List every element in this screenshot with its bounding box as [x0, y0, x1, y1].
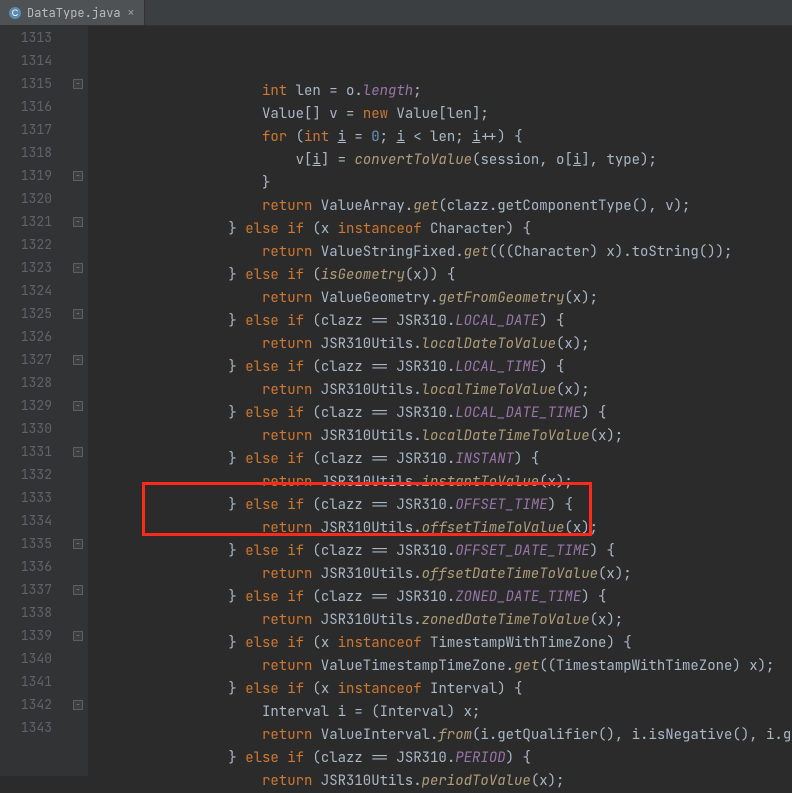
code-line[interactable]: return JSR310Utils.instantToValue(x); — [94, 471, 792, 494]
line-number: 1321 — [0, 210, 52, 233]
line-number: 1323 — [0, 256, 52, 279]
line-number: 1333 — [0, 486, 52, 509]
line-number: 1336 — [0, 555, 52, 578]
code-content[interactable]: int len = o.length; Value[] v = new Valu… — [88, 26, 792, 776]
line-number: 1335 — [0, 532, 52, 555]
fold-toggle-icon[interactable]: − — [73, 700, 83, 710]
line-number: 1317 — [0, 118, 52, 141]
line-number: 1315 — [0, 72, 52, 95]
code-line[interactable]: } else if (clazz == JSR310.ZONED_DATE_TI… — [94, 586, 792, 609]
fold-toggle-icon[interactable]: − — [73, 631, 83, 641]
java-class-icon: C — [8, 6, 22, 20]
code-line[interactable]: int len = o.length; — [94, 80, 792, 103]
fold-toggle-icon[interactable]: − — [73, 355, 83, 365]
fold-toggle-icon[interactable]: − — [73, 539, 83, 549]
code-line[interactable]: return JSR310Utils.zonedDateTimeToValue(… — [94, 609, 792, 632]
line-number: 1329 — [0, 394, 52, 417]
line-number: 1327 — [0, 348, 52, 371]
line-number: 1324 — [0, 279, 52, 302]
fold-toggle-icon[interactable]: − — [73, 217, 83, 227]
code-line[interactable]: for (int i = 0; i < len; i++) { — [94, 126, 792, 149]
svg-text:C: C — [12, 8, 19, 18]
code-line[interactable]: Interval i = (Interval) x; — [94, 701, 792, 724]
code-line[interactable]: } else if (x instanceof Interval) { — [94, 678, 792, 701]
fold-toggle-icon[interactable]: − — [73, 79, 83, 89]
code-line[interactable]: } else if (x instanceof Character) { — [94, 218, 792, 241]
code-line[interactable]: } else if (clazz == JSR310.LOCAL_DATE) { — [94, 310, 792, 333]
line-number: 1339 — [0, 624, 52, 647]
line-number: 1340 — [0, 647, 52, 670]
code-line[interactable]: v[i] = convertToValue(session, o[i], typ… — [94, 149, 792, 172]
line-number: 1341 — [0, 670, 52, 693]
code-line[interactable]: return ValueTimestampTimeZone.get((Times… — [94, 655, 792, 678]
code-line[interactable]: } else if (clazz == JSR310.OFFSET_DATE_T… — [94, 540, 792, 563]
code-line[interactable]: return JSR310Utils.offsetTimeToValue(x); — [94, 517, 792, 540]
code-line[interactable]: return ValueInterval.from(i.getQualifier… — [94, 724, 792, 747]
code-line[interactable]: } — [94, 172, 792, 195]
line-number: 1326 — [0, 325, 52, 348]
fold-column: − − − − − − − − − − − − — [70, 26, 88, 776]
code-line[interactable]: return JSR310Utils.periodToValue(x); — [94, 770, 792, 793]
line-number: 1322 — [0, 233, 52, 256]
line-number: 1318 — [0, 141, 52, 164]
code-line[interactable]: } else if (clazz == JSR310.OFFSET_TIME) … — [94, 494, 792, 517]
fold-toggle-icon[interactable]: − — [73, 171, 83, 181]
line-number: 1330 — [0, 417, 52, 440]
code-line[interactable]: return ValueGeometry.getFromGeometry(x); — [94, 287, 792, 310]
fold-toggle-icon[interactable]: − — [73, 309, 83, 319]
fold-toggle-icon[interactable]: − — [73, 401, 83, 411]
tab-filename: DataType.java — [27, 5, 121, 21]
line-number: 1319 — [0, 164, 52, 187]
editor-area[interactable]: 1313131413151316131713181319132013211322… — [0, 26, 792, 776]
line-number: 1313 — [0, 26, 52, 49]
line-number: 1342 — [0, 693, 52, 716]
code-line[interactable]: return ValueStringFixed.get(((Character)… — [94, 241, 792, 264]
editor-tab[interactable]: C DataType.java ✕ — [0, 0, 145, 25]
line-number: 1332 — [0, 463, 52, 486]
line-number: 1334 — [0, 509, 52, 532]
code-line[interactable]: } else if (isGeometry(x)) { — [94, 264, 792, 287]
line-number: 1316 — [0, 95, 52, 118]
line-number: 1328 — [0, 371, 52, 394]
code-line[interactable]: return ValueArray.get(clazz.getComponent… — [94, 195, 792, 218]
fold-toggle-icon[interactable]: − — [73, 263, 83, 273]
code-line[interactable]: Value[] v = new Value[len]; — [94, 103, 792, 126]
line-number: 1343 — [0, 716, 52, 739]
tab-bar: C DataType.java ✕ — [0, 0, 792, 26]
code-line[interactable]: return JSR310Utils.localDateToValue(x); — [94, 333, 792, 356]
line-number: 1331 — [0, 440, 52, 463]
code-line[interactable]: } else if (x instanceof TimestampWithTim… — [94, 632, 792, 655]
code-line[interactable]: } else if (clazz == JSR310.PERIOD) { — [94, 747, 792, 770]
code-line[interactable]: return JSR310Utils.offsetDateTimeToValue… — [94, 563, 792, 586]
line-number: 1325 — [0, 302, 52, 325]
fold-toggle-icon[interactable]: − — [73, 447, 83, 457]
code-line[interactable]: } else if (clazz == JSR310.LOCAL_DATE_TI… — [94, 402, 792, 425]
close-icon[interactable]: ✕ — [126, 6, 137, 20]
line-number: 1338 — [0, 601, 52, 624]
fold-toggle-icon[interactable]: − — [73, 585, 83, 595]
code-line[interactable]: } else if (clazz == JSR310.LOCAL_TIME) { — [94, 356, 792, 379]
line-number-gutter: 1313131413151316131713181319132013211322… — [0, 26, 70, 776]
code-line[interactable]: } else if (clazz == JSR310.INSTANT) { — [94, 448, 792, 471]
line-number: 1337 — [0, 578, 52, 601]
code-line[interactable]: return JSR310Utils.localTimeToValue(x); — [94, 379, 792, 402]
code-line[interactable]: return JSR310Utils.localDateTimeToValue(… — [94, 425, 792, 448]
line-number: 1314 — [0, 49, 52, 72]
line-number: 1320 — [0, 187, 52, 210]
